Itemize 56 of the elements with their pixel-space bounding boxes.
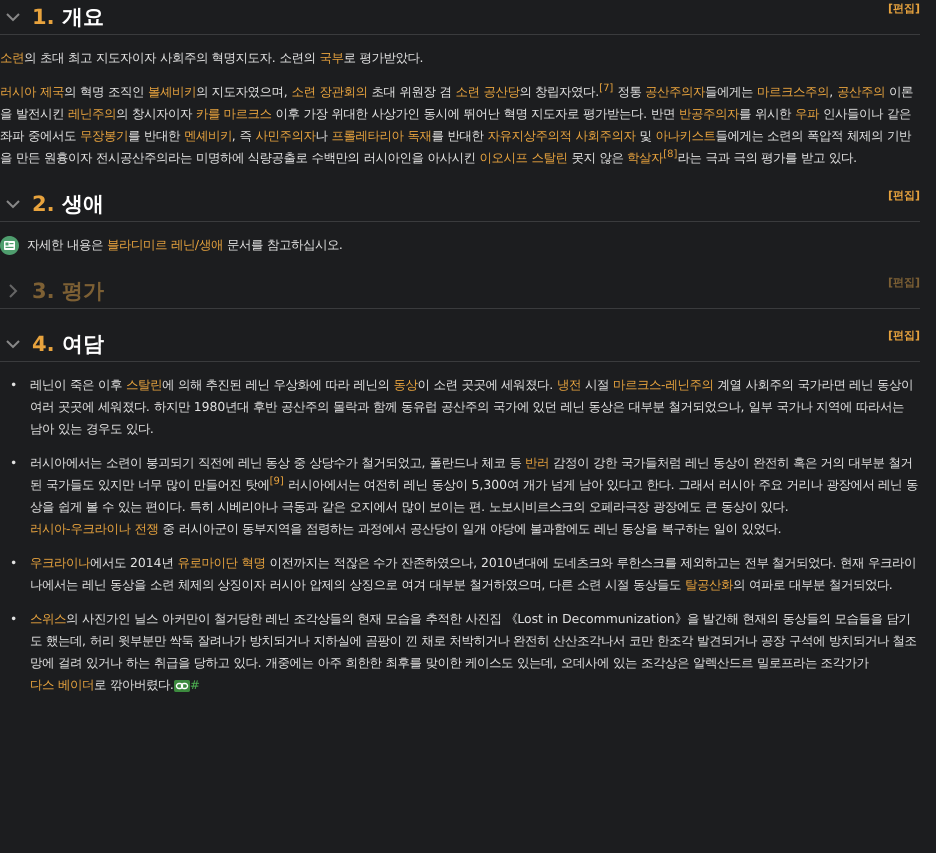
edit-link[interactable]: [편집] [888, 329, 920, 343]
text-link[interactable]: 러시아 제국 [0, 84, 64, 99]
text-link[interactable]: 반러 [525, 455, 550, 470]
text-link[interactable]: 러시아-우크라이나 전쟁 [30, 521, 158, 536]
text-link[interactable]: 무장봉기 [80, 128, 128, 143]
document-icon [0, 236, 19, 254]
text-link[interactable]: 마르크스주의 [757, 84, 830, 99]
text-link[interactable]: 동상 [393, 377, 418, 392]
paragraph: 러시아 제국의 혁명 조직인 볼셰비키의 지도자였으며, 소련 장관회의 초대 위원장 겸 소련 공산당의 창립자였다.$^{[7]}$ 정통 공산주의자들에게는 마르크스주의, 공산주의 이론을 발전시킨 레닌주의의 창시자이자 카를 마르크스 이후 가장 위대한 사상가인 동시에 뛰어난 혁명 지도자로 평가받는다. 반면 반공주의자를 위시한 우파 인사들이나 같은 좌파 중에서도 무장봉기 를 반대한 멘셰비키, 즉 사민주의자나 프롤레타리아 독재를 반대한 자유지상주의적 사회주의자 및 아나키스트들에게는 소련의 폭압적 체제의 기반을 만든 원흉이자 전시공산주의라는 미명하에 식량공출로 수백만의 러시아인을 아사시킨 이오시프 스탈린 못지 않은 학살자$^{[8]}$라는 극과 극의 평가를 받고 있다. [0, 82, 914, 167]
text-link[interactable]: 블라디미르 레닌/생애 [106, 237, 224, 252]
bullet: • [10, 610, 18, 628]
list-item: 스위스의 사진가인 닐스 아커만이 철거당한 레닌 조각상들의 현재 모습을 추적한 사진집 《Lost in Decommunization》을 발간해 현재의 동상들의 모습들을 담기도 했는데, 허리 윗부분만 싹둑 잘려나가 방치되거나 지하실에 곰팡이 낀 채로 처박히거나 완전히 산산조각나서 코만 한조각 발견되거나 공장 구석에 방치되거나 철조망에 걸려 있거나 하는 취급을 당하고 있다. 개중에는 아주 희한한 최후를 맞이한 케이스도 있는데, 오데사에 있는 조각상은 알렉산드르 밀로프라는 조각가가 다스 베이더 로 깎아버렸다. # [30, 610, 918, 694]
text-link[interactable]: 냉전 [557, 377, 582, 392]
text-link[interactable]: 카를 마르크스 [196, 106, 272, 121]
text-link[interactable]: 자유지상주의적 사회주의자 [487, 128, 636, 143]
text-link[interactable]: 볼셰비키 [148, 84, 196, 99]
anchor-link[interactable]: # [190, 678, 200, 692]
bullet: • [10, 376, 18, 394]
text-link[interactable]: 공산주의 [837, 84, 886, 99]
section-heading[interactable]: 2. 생애 [32, 189, 104, 219]
bullet: • [10, 554, 18, 572]
text-link[interactable]: 학살자 [627, 150, 664, 165]
text-link[interactable]: 우크라이나 [30, 555, 90, 570]
text-link[interactable]: 프롤레타리아 독재 [332, 128, 432, 143]
text-link[interactable]: 반공주의자 [679, 106, 739, 121]
text-link[interactable]: 우파 [794, 106, 819, 121]
bullet: • [10, 454, 18, 472]
text-link[interactable]: 이오시프 스탈린 [479, 150, 568, 165]
text-link[interactable]: 레닌주의 [68, 106, 116, 121]
section-heading[interactable]: 4. 여담 [32, 329, 104, 359]
text-link[interactable]: 마르크스-레닌주의 [613, 377, 714, 392]
list-item: 우크라이나에서도 2014년 유로마이단 혁명 이전까지는 적잖은 수가 잔존하였으나, 2010년대에 도네츠크와 루한스크를 제외하고는 전부 철거되었다. 현재 우크라이나에서는 레닌 동상을 소련 체제의 상징이자 러시아 압제의 상징으로 여겨 대부분 철거하였으며, 다른 소련 시절 동상들도 탈공산화의 여파로 대부분 철거되었다. [30, 554, 918, 594]
text-link[interactable]: 탈공산화 [684, 577, 733, 592]
chain-link-icon[interactable] [174, 680, 190, 692]
text-link[interactable]: 국부 [320, 50, 344, 65]
footnote-link[interactable]: [7] [599, 82, 614, 94]
footnote-link[interactable]: [9] [270, 476, 284, 487]
edit-link[interactable]: [편집] [888, 189, 920, 203]
text-link[interactable]: 소련 [0, 50, 24, 65]
edit-link[interactable]: [편집] [888, 2, 920, 16]
notice-text: 자세한 내용은 블라디미르 레닌/생애 문서를 참고하십시오. [27, 236, 343, 254]
list-item: 레닌이 죽은 이후 스탈린에 의해 추진된 레닌 우상화에 따라 레닌의 동상이 소련 곳곳에 세워졌다. 냉전 시절 마르크스-레닌주의 계열 사회주의 국가라면 레닌 동상이 여러 곳곳에 세워졌다. 하지만 1980년대 후반 공산주의 몰락과 함께 동유럽 공산주의 국가에 있던 레닌 동상은 대부분 철거되었으나, 일부 국가나 지역에 따라서는 남아 있는 경우도 있다. [30, 376, 914, 438]
text-link[interactable]: 공산주의자 [645, 84, 706, 99]
paragraph: 소련의 초대 최고 지도자이자 사회주의 혁명지도자. 소련의 국부로 평가받았다. [0, 49, 424, 67]
text-link[interactable]: 스위스 [30, 611, 66, 626]
text-link[interactable]: 아나키스트 [655, 128, 716, 143]
footnote-link[interactable]: [8] [663, 148, 678, 160]
text-link[interactable]: 스탈린 [126, 377, 162, 392]
list-item: 러시아에서는 소련이 붕괴되기 직전에 레닌 동상 중 상당수가 철거되었고, 폴란드나 체코 등 반러 감정이 강한 국가들처럼 레닌 동상이 완전히 혹은 거의 대부분 철거된 국가들도 있지만 너무 많이 만들어진 탓에$^{[9]}$ 러시아에서는 여전히 레닌 동상이 5,300여 개가 넘게 남아 있다고 한다. 그래서 러시아 주요 거리나 광장에서 레닌 동상을 쉽게 볼 수 있는 편이다. 특히 시베리아나 극동과 같은 오지에서 많이 보이는 편. 노보시비르스크의 오페라극장 광장에도 큰 동상이 있다. 러시아-우크라이나 전쟁 중 러시아군이 동부지역을 점령하는 과정에서 공산당이 일개 야당에 불과함에도 레닌 동상을 복구하는 일이 있었다. [30, 454, 920, 538]
text-link[interactable]: 다스 베이더 [30, 677, 94, 692]
text-link[interactable]: 소련 장관회의 [292, 84, 368, 99]
text-link[interactable]: 멘셰비키 [184, 128, 232, 143]
text-link[interactable]: 유로마이단 혁명 [177, 555, 266, 570]
text-link[interactable]: 소련 공산당 [455, 84, 520, 99]
section-heading[interactable]: 1. 개요 [32, 2, 104, 32]
text-link[interactable]: 사민주의자 [256, 128, 316, 143]
